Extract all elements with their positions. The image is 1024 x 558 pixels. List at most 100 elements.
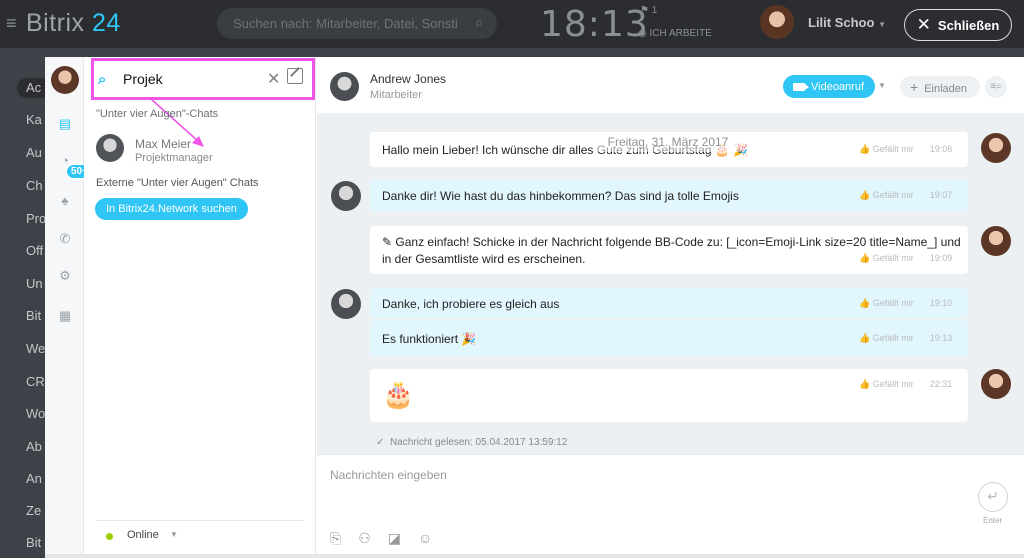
- bg-menu-item[interactable]: Bit: [26, 535, 45, 550]
- chat-partner-name[interactable]: Andrew Jones: [370, 72, 446, 86]
- like-button[interactable]: 👍 Gefällt mir: [859, 253, 914, 263]
- bg-menu-item[interactable]: Ac: [17, 78, 47, 98]
- network-search-button[interactable]: In Bitrix24.Network suchen: [95, 198, 248, 220]
- message-bubble[interactable]: ✎ Ganz einfach! Schicke in der Nachricht…: [370, 226, 968, 274]
- message-text: in der Gesamtliste wird es erscheinen.: [382, 252, 586, 266]
- like-button[interactable]: 👍 Gefällt mir: [859, 333, 914, 343]
- message-meta: 👍 Gefällt mir 19:13: [859, 333, 952, 344]
- section-private-chats: "Unter vier Augen"-Chats: [96, 108, 219, 120]
- message-bubble[interactable]: Danke, ich probiere es gleich aus 👍 Gefä…: [370, 288, 968, 318]
- search-history-icon[interactable]: ≡⌕: [985, 76, 1007, 98]
- bg-menu-item[interactable]: Ch: [26, 178, 45, 193]
- bottom-strip: [45, 554, 1024, 558]
- bell-icon[interactable]: ♠: [56, 192, 74, 210]
- chat-header: Andrew Jones Mitarbeiter Videoanruf ▼ + E…: [317, 57, 1024, 109]
- plus-icon: +: [910, 79, 919, 95]
- work-status-label: ICH ARBEITE: [649, 28, 712, 39]
- like-button[interactable]: 👍 Gefällt mir: [859, 144, 914, 154]
- bg-menu-item[interactable]: Wo: [26, 406, 45, 421]
- chat-icon[interactable]: ▤: [56, 115, 74, 133]
- avatar: [981, 369, 1011, 399]
- check-icon: ✓: [376, 437, 385, 448]
- message-time: 19:06: [929, 144, 953, 154]
- user-avatar[interactable]: [760, 5, 794, 39]
- chevron-down-icon: ▼: [878, 20, 886, 29]
- bg-menu-item[interactable]: An: [26, 471, 45, 486]
- contact-position: Projektmanager: [135, 152, 213, 164]
- like-label: Gefällt mir: [872, 253, 914, 263]
- work-status[interactable]: ◉ ICH ARBEITE: [638, 28, 712, 39]
- bg-menu-item[interactable]: Off: [26, 243, 45, 258]
- bg-menu-item[interactable]: Au: [26, 145, 45, 160]
- contact-result[interactable]: Max Meier Projektmanager: [96, 132, 306, 166]
- emoji-icon[interactable]: ☺: [418, 530, 432, 547]
- bg-menu-item[interactable]: Pro: [26, 211, 45, 226]
- global-search-placeholder: Suchen nach: Mitarbeiter, Datei, Sonsti: [233, 16, 458, 31]
- avatar[interactable]: [330, 72, 359, 101]
- bg-menu-item[interactable]: Ka: [26, 112, 45, 127]
- clear-search-icon[interactable]: ✕: [267, 69, 280, 89]
- user-menu[interactable]: Lilit Schoo ▼: [808, 15, 886, 30]
- like-label: Gefällt mir: [872, 379, 914, 389]
- status-selector[interactable]: Online: [127, 529, 159, 541]
- message-meta: 👍 Gefällt mir 19:09: [859, 253, 952, 264]
- settings-icon[interactable]: ⚙: [56, 267, 74, 285]
- enter-icon: ↵: [987, 488, 999, 504]
- list-icon[interactable]: ▦: [56, 307, 74, 325]
- message-composer[interactable]: Nachrichten eingeben ⎘ ⚇ ◪ ☺ ↵ Enter: [317, 454, 1024, 554]
- search-icon[interactable]: ⌕: [475, 14, 483, 31]
- bg-menu-item[interactable]: Un: [26, 276, 45, 291]
- message-text: Danke dir! Wie hast du das hinbekommen? …: [382, 189, 739, 203]
- invite-button[interactable]: + Einladen: [900, 76, 980, 98]
- message-time: 19:07: [929, 190, 953, 200]
- clock: 18:13: [540, 4, 649, 45]
- message-meta: 👍 Gefällt mir 19:06: [859, 144, 952, 155]
- like-button[interactable]: 👍 Gefällt mir: [859, 190, 914, 200]
- chevron-down-icon[interactable]: ▼: [170, 530, 178, 539]
- section-external-chats: Externe "Unter vier Augen" Chats: [96, 177, 259, 189]
- message-input[interactable]: Nachrichten eingeben: [330, 468, 447, 482]
- bg-menu-item[interactable]: We: [26, 341, 45, 356]
- edit-icon[interactable]: ◪: [388, 530, 401, 547]
- contact-search-input[interactable]: [123, 69, 253, 89]
- new-chat-icon[interactable]: [287, 68, 303, 84]
- close-button[interactable]: ✕ Schließen: [904, 9, 1012, 41]
- video-call-button[interactable]: Videoanruf: [783, 75, 875, 98]
- messenger-rail: ▤ ◔ 50+ ♠ ✆ ⚙ ▦: [45, 57, 93, 554]
- message-time: 19:10: [929, 298, 953, 308]
- flag-counter[interactable]: ⚑ 1: [640, 5, 657, 16]
- like-button[interactable]: 👍 Gefällt mir: [859, 379, 914, 389]
- own-avatar[interactable]: [51, 66, 79, 94]
- message-bubble[interactable]: 🎂 👍 Gefällt mir 22:31: [370, 369, 968, 422]
- user-icon[interactable]: ⚇: [358, 530, 371, 547]
- avatar: [96, 134, 124, 162]
- message-list[interactable]: Hallo mein Lieber! Ich wünsche dir alles…: [317, 113, 1024, 454]
- message-time: 19:09: [929, 253, 953, 263]
- like-button[interactable]: 👍 Gefällt mir: [859, 298, 914, 308]
- bg-menu-item[interactable]: CR: [26, 374, 45, 389]
- date-separator: Freitag, 31. März 2017: [594, 132, 742, 152]
- phone-icon[interactable]: ✆: [56, 230, 74, 248]
- message-bubble[interactable]: Danke dir! Wie hast du das hinbekommen? …: [370, 179, 968, 211]
- send-button[interactable]: ↵: [978, 482, 1008, 512]
- search-icon: ⌕: [98, 71, 107, 88]
- message-bubble[interactable]: Es funktioniert 🎉 👍 Gefällt mir 19:13: [370, 320, 968, 357]
- message-text: Es funktioniert 🎉: [382, 332, 477, 346]
- attach-icon[interactable]: ⎘: [330, 530, 341, 547]
- message-meta: 👍 Gefällt mir 22:31: [859, 379, 952, 390]
- menu-icon[interactable]: ≡: [6, 14, 17, 32]
- bg-menu-item[interactable]: Ab: [26, 439, 45, 454]
- panel-footer-divider: [96, 520, 304, 521]
- message-text: Danke, ich probiere es gleich aus: [382, 297, 560, 311]
- like-label: Gefällt mir: [872, 298, 914, 308]
- like-label: Gefällt mir: [872, 144, 914, 154]
- read-receipt: ✓ Nachricht gelesen: 05.04.2017 13:59:12: [376, 437, 567, 448]
- chat-partner-role: Mitarbeiter: [370, 89, 422, 101]
- bg-menu-item[interactable]: Bit: [26, 308, 45, 323]
- global-search-input[interactable]: Suchen nach: Mitarbeiter, Datei, Sonsti …: [217, 8, 497, 39]
- message-time: 22:31: [929, 379, 953, 389]
- chevron-down-icon[interactable]: ▼: [878, 81, 886, 90]
- bg-menu-item[interactable]: Ze: [26, 503, 45, 518]
- messenger-window: ▤ ◔ 50+ ♠ ✆ ⚙ ▦ ⌕ ✕ "Unter vier Augen"-C…: [45, 57, 1024, 554]
- search-panel: ⌕ ✕ "Unter vier Augen"-Chats Max Meier P…: [84, 57, 316, 554]
